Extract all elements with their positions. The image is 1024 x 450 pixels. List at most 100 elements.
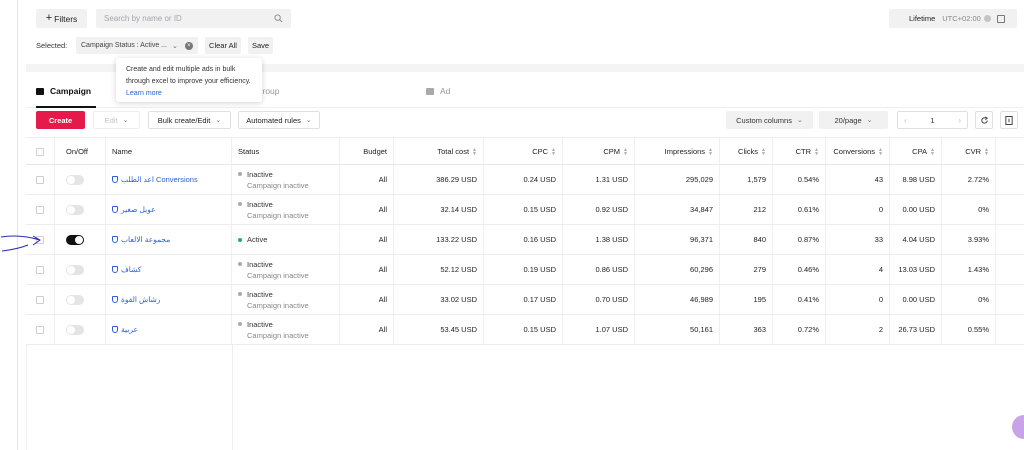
campaign-icon bbox=[112, 176, 118, 183]
col-cpc[interactable]: CPC ▲ ▼ bbox=[484, 138, 563, 165]
tooltip-text: Create and edit multiple ads in bulk thr… bbox=[126, 66, 251, 85]
col-clicks[interactable]: Clicks ▲ ▼ bbox=[720, 138, 773, 165]
status-text: Inactive bbox=[247, 319, 273, 329]
campaign-icon bbox=[112, 326, 118, 333]
row-toggle-cell bbox=[55, 225, 106, 254]
tab-ad[interactable]: Ad bbox=[426, 86, 450, 96]
cell-total-cost: 133.22 USD bbox=[394, 225, 484, 254]
status-subtext: Campaign inactive bbox=[247, 180, 309, 190]
row-checkbox[interactable] bbox=[36, 295, 44, 304]
automated-rules-button[interactable]: Automated rules ⌄ bbox=[238, 111, 320, 129]
row-name-cell: اعد الطلب Conversions bbox=[106, 165, 232, 194]
custom-columns-select[interactable]: Custom columns ⌄ bbox=[726, 111, 813, 129]
campaign-name: اعد الطلب Conversions bbox=[121, 175, 198, 184]
filters-button[interactable]: + Filters bbox=[36, 9, 87, 28]
select-all-checkbox[interactable] bbox=[36, 147, 44, 156]
bulk-edit-tooltip: Create and edit multiple ads in bulk thr… bbox=[116, 58, 262, 102]
cell-cpc: 0.24 USD bbox=[484, 165, 563, 194]
status-toggle[interactable] bbox=[66, 294, 84, 305]
learn-more-link[interactable]: Learn more bbox=[126, 90, 162, 97]
table-row[interactable]: عويل صغير Inactive Campaign inactive All 32.… bbox=[26, 195, 1024, 225]
status-text: Inactive bbox=[247, 259, 273, 269]
row-select-cell bbox=[26, 195, 55, 224]
campaign-name-link[interactable]: عويل صغير bbox=[112, 205, 156, 214]
row-checkbox[interactable] bbox=[36, 205, 44, 214]
row-checkbox[interactable] bbox=[36, 265, 44, 274]
tab-ad-label: Ad bbox=[440, 86, 451, 96]
refresh-button[interactable] bbox=[975, 111, 993, 129]
status-toggle[interactable] bbox=[66, 174, 84, 185]
cell-total-cost: 33.02 USD bbox=[394, 285, 484, 314]
cell-cpa: 0.00 USD bbox=[890, 195, 942, 224]
campaign-name-link[interactable]: كشاف bbox=[112, 265, 141, 274]
tab-campaign[interactable]: Campaign bbox=[36, 86, 91, 96]
cell-impressions: 96,371 bbox=[635, 225, 720, 254]
col-ctr[interactable]: CTR ▲ ▼ bbox=[773, 138, 826, 165]
table-row[interactable]: عربية Inactive Campaign inactive All 53.45 U… bbox=[26, 315, 1024, 345]
campaign-name-link[interactable]: اعد الطلب Conversions bbox=[112, 175, 198, 184]
cell-budget: All bbox=[340, 315, 394, 344]
status-toggle[interactable] bbox=[66, 234, 84, 245]
col-cvr[interactable]: CVR ▲ ▼ bbox=[942, 138, 996, 165]
cell-clicks: 1,579 bbox=[720, 165, 773, 194]
cell-total-cost: 52.12 USD bbox=[394, 255, 484, 284]
cell-cpa: 13.03 USD bbox=[890, 255, 942, 284]
status-dot-icon bbox=[238, 322, 242, 326]
campaign-name-link[interactable]: عربية bbox=[112, 325, 138, 334]
status-toggle[interactable] bbox=[66, 264, 84, 275]
page-size-select[interactable]: 20/page ⌄ bbox=[819, 111, 888, 129]
campaign-name-link[interactable]: مجموعة الالعاب bbox=[112, 235, 170, 244]
chevron-down-icon: ⌄ bbox=[172, 42, 178, 50]
status-text: Inactive bbox=[247, 199, 273, 209]
status-text: Inactive bbox=[247, 169, 273, 179]
status-toggle[interactable] bbox=[66, 324, 84, 335]
status-subtext: Campaign inactive bbox=[247, 300, 309, 310]
cell-ctr: 0.54% bbox=[773, 165, 826, 194]
campaign-name-link[interactable]: رشاش القوة bbox=[112, 295, 160, 304]
table-row[interactable]: مجموعة الالعاب Active All 133.22 USD 0.16 US… bbox=[26, 225, 1024, 255]
help-bubble-icon[interactable] bbox=[1012, 415, 1024, 439]
clear-all-button[interactable]: Clear All bbox=[205, 37, 241, 54]
status-toggle[interactable] bbox=[66, 204, 84, 215]
row-toggle-cell bbox=[55, 165, 106, 194]
col-impressions[interactable]: Impressions ▲ ▼ bbox=[635, 138, 720, 165]
export-button[interactable] bbox=[1000, 111, 1018, 129]
cell-total-cost: 53.45 USD bbox=[394, 315, 484, 344]
row-checkbox[interactable] bbox=[36, 175, 44, 184]
search-input[interactable]: Search by name or ID bbox=[96, 9, 291, 28]
bulk-label: Bulk create/Edit bbox=[157, 115, 211, 125]
bulk-create-edit-button[interactable]: Bulk create/Edit ⌄ bbox=[148, 111, 231, 129]
col-total-cost[interactable]: Total cost ▲ ▼ bbox=[394, 138, 484, 165]
cell-cpa: 0.00 USD bbox=[890, 285, 942, 314]
chevron-down-icon: ⌄ bbox=[305, 117, 312, 124]
edit-button[interactable]: Edit ⌄ bbox=[93, 111, 140, 129]
filter-chip-campaign-status[interactable]: Campaign Status : Active ... ⌄ × bbox=[76, 37, 198, 54]
tab-active-indicator bbox=[36, 106, 96, 108]
chevron-down-icon: ⌄ bbox=[796, 117, 803, 124]
next-page-icon[interactable]: › bbox=[958, 116, 961, 125]
prev-page-icon[interactable]: ‹ bbox=[904, 116, 907, 125]
save-button[interactable]: Save bbox=[248, 37, 273, 54]
status-subtext: Campaign inactive bbox=[247, 210, 309, 220]
cell-cvr: 0% bbox=[942, 195, 996, 224]
cell-conversions: 4 bbox=[826, 255, 890, 284]
cell-cpc: 0.19 USD bbox=[484, 255, 563, 284]
cell-ctr: 0.61% bbox=[773, 195, 826, 224]
sort-icon: ▲ ▼ bbox=[930, 146, 935, 157]
campaign-name: مجموعة الالعاب bbox=[121, 235, 171, 244]
col-conversions[interactable]: Conversions ▲ ▼ bbox=[826, 138, 890, 165]
table-row[interactable]: اعد الطلب Conversions Inactive Campaign in… bbox=[26, 165, 1024, 195]
row-checkbox[interactable] bbox=[36, 325, 44, 334]
col-cpm[interactable]: CPM ▲ ▼ bbox=[563, 138, 635, 165]
status-dot-icon bbox=[238, 172, 242, 176]
search-placeholder: Search by name or ID bbox=[104, 14, 182, 23]
current-page[interactable]: 1 bbox=[930, 116, 934, 125]
close-icon[interactable]: × bbox=[184, 41, 193, 50]
col-onoff: On/Off bbox=[55, 138, 106, 165]
table-row[interactable]: رشاش القوة Inactive Campaign inactive All 33… bbox=[26, 285, 1024, 315]
row-status-cell: Inactive Campaign inactive bbox=[232, 315, 340, 344]
create-button[interactable]: Create bbox=[36, 111, 85, 129]
table-row[interactable]: كشاف Inactive Campaign inactive All 52.12 US… bbox=[26, 255, 1024, 285]
date-range-picker[interactable]: Lifetime UTC+02:00 bbox=[889, 9, 1017, 28]
col-cpa[interactable]: CPA ▲ ▼ bbox=[890, 138, 942, 165]
